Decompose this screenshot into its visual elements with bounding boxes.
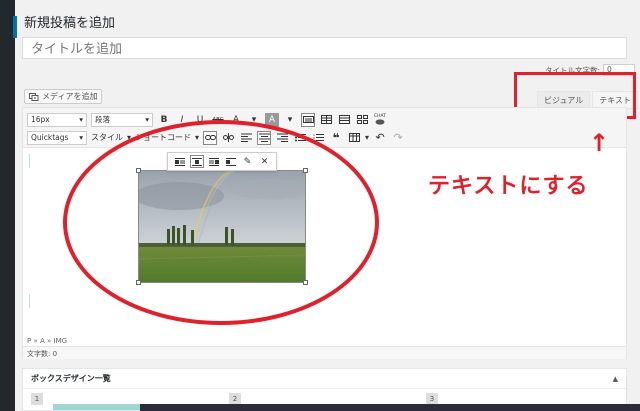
taskbar-strip — [140, 404, 640, 411]
chat-balloon-icon[interactable]: CHAT — [373, 113, 387, 127]
chevron-down-icon: ▾ — [79, 133, 83, 142]
menu-current-indicator — [13, 16, 17, 38]
media-icon — [29, 93, 39, 101]
align-right-icon[interactable] — [207, 155, 221, 168]
chevron-down-icon: ▾ — [145, 115, 149, 124]
box-number: 1 — [31, 393, 43, 405]
resize-handle[interactable] — [136, 168, 141, 173]
text-color-button[interactable]: A — [229, 113, 243, 127]
resize-handle[interactable] — [136, 280, 141, 285]
paragraph-select[interactable]: 段落 ▾ — [91, 112, 153, 127]
font-size-select[interactable]: 16px ▾ — [27, 112, 87, 127]
list-table-icon[interactable] — [337, 113, 351, 127]
align-left-icon[interactable] — [173, 155, 187, 168]
bold-button[interactable]: B — [157, 113, 171, 127]
remove-icon[interactable]: ✕ — [258, 155, 272, 168]
annotation-text: テキストにする — [428, 174, 589, 199]
toolbar-row-1: 16px ▾ 段落 ▾ B I U ABC A ▾ A ▾ CHAT — [27, 111, 387, 128]
bulleted-list-icon[interactable] — [293, 131, 307, 145]
quicktags-select[interactable]: Quicktags ▾ — [27, 130, 87, 145]
admin-sidebar — [0, 0, 17, 411]
editor-toolbar: 16px ▾ 段落 ▾ B I U ABC A ▾ A ▾ CHAT Quick… — [23, 108, 626, 148]
word-count: 文字数: 0 — [23, 346, 626, 359]
text-caret — [29, 294, 30, 308]
chevron-down-icon[interactable]: ▾ — [283, 113, 297, 127]
redo-icon[interactable]: ↷ — [391, 131, 405, 145]
chevron-down-icon[interactable]: ▾ — [247, 113, 261, 127]
page-title: 新規投稿を追加 — [24, 16, 116, 31]
background-color-button[interactable]: A — [265, 112, 279, 127]
resize-handle[interactable] — [303, 280, 308, 285]
numbered-list-icon[interactable]: 123 — [311, 131, 325, 145]
undo-icon[interactable]: ↶ — [373, 131, 387, 145]
table-insert-icon[interactable] — [347, 131, 361, 145]
align-left-icon[interactable] — [239, 131, 253, 145]
font-size-value: 16px — [31, 115, 50, 124]
quicktags-value: Quicktags — [31, 133, 69, 142]
metabox-title: ボックスデザイン一覧 — [31, 374, 111, 383]
link-icon[interactable] — [203, 130, 218, 145]
svg-text:3: 3 — [313, 139, 315, 142]
chevron-down-icon: ▾ — [79, 115, 83, 124]
text-caret — [29, 154, 30, 168]
post-title-input[interactable] — [22, 37, 627, 59]
toolbar-row-2: Quicktags ▾ スタイル ▾ ショートコード ▾ 1 2 3 ❝ ▾ ↶… — [27, 129, 405, 146]
shortcode-menu[interactable]: ショートコード — [135, 132, 191, 143]
chevron-down-icon[interactable]: ▾ — [365, 133, 369, 142]
chevron-down-icon[interactable]: ▾ — [127, 133, 131, 142]
image-inline-toolbar: ✎ ✕ — [167, 152, 277, 171]
keyboard-icon[interactable] — [301, 112, 315, 127]
table-icon[interactable] — [319, 113, 333, 127]
style-menu[interactable]: スタイル — [91, 132, 123, 143]
chevron-down-icon[interactable]: ▾ — [195, 133, 199, 142]
post-editor: 16px ▾ 段落 ▾ B I U ABC A ▾ A ▾ CHAT Quick… — [22, 107, 627, 359]
add-media-label: メディアを追加 — [42, 92, 98, 101]
strikethrough-button[interactable]: ABC — [211, 113, 225, 127]
blockquote-icon[interactable]: ❝ — [329, 131, 343, 145]
paragraph-value: 段落 — [95, 115, 110, 124]
element-path: P » A » IMG — [27, 337, 68, 345]
italic-button[interactable]: I — [175, 113, 189, 127]
annotation-arrow: ↑ — [589, 129, 610, 157]
landscape-rainbow-photo — [139, 171, 305, 282]
add-media-button[interactable]: メディアを追加 — [24, 89, 103, 104]
edit-icon[interactable]: ✎ — [241, 155, 255, 168]
align-center-icon[interactable] — [257, 130, 272, 145]
grid-icon[interactable] — [355, 113, 369, 127]
resize-handle[interactable] — [303, 168, 308, 173]
inserted-image[interactable] — [138, 170, 306, 283]
align-right-icon[interactable] — [275, 131, 289, 145]
collapse-toggle-icon[interactable]: ▲ — [613, 375, 618, 383]
align-none-icon[interactable] — [224, 155, 238, 168]
underline-button[interactable]: U — [193, 113, 207, 127]
unlink-icon[interactable] — [221, 131, 235, 145]
metabox-header[interactable]: ボックスデザイン一覧 ▲ — [23, 369, 626, 389]
align-center-icon[interactable] — [189, 155, 204, 168]
